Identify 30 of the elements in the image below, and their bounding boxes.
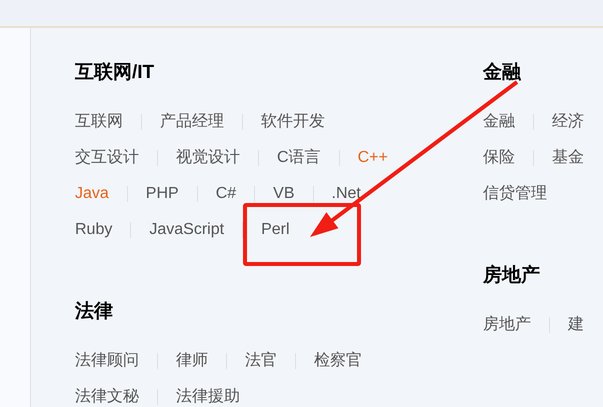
category-link[interactable]: 视觉设计 xyxy=(176,146,240,170)
category-link[interactable]: 基金 xyxy=(552,146,584,170)
section-title: 金融 xyxy=(483,61,522,85)
category-link[interactable]: 经济 xyxy=(552,110,584,134)
category-link[interactable]: Ruby xyxy=(75,218,112,242)
category-link[interactable]: 信贷管理 xyxy=(483,182,547,206)
category-link[interactable]: 法官 xyxy=(245,349,277,373)
category-link[interactable]: C语言 xyxy=(277,146,321,170)
category-link[interactable]: 法律援助 xyxy=(176,385,240,407)
section-title: 房地产 xyxy=(483,264,541,288)
category-link[interactable]: 房地产 xyxy=(483,313,531,337)
category-link[interactable]: 交互设计 xyxy=(75,146,139,170)
category-link[interactable]: VB xyxy=(273,182,294,206)
category-link[interactable]: 律师 xyxy=(176,349,208,373)
category-link[interactable]: 保险 xyxy=(483,146,515,170)
category-link[interactable]: 检察官 xyxy=(314,349,362,373)
category-link[interactable]: PHP xyxy=(146,182,179,206)
category-link[interactable]: 软件开发 xyxy=(261,110,325,134)
category-link[interactable]: 法律顾问 xyxy=(75,349,139,373)
category-link[interactable]: 产品经理 xyxy=(160,110,224,134)
category-link[interactable]: 建 xyxy=(568,313,584,337)
category-link[interactable]: Perl xyxy=(261,218,290,242)
category-link[interactable]: .Net xyxy=(332,182,361,206)
section-title: 互联网/IT xyxy=(75,61,156,85)
category-link[interactable]: 法律文秘 xyxy=(75,385,139,407)
category-link[interactable]: JavaScript xyxy=(149,218,224,242)
category-link[interactable]: 互联网 xyxy=(75,110,123,134)
category-link[interactable]: C# xyxy=(216,182,236,206)
section-title: 法律 xyxy=(75,300,114,324)
category-link[interactable]: 金融 xyxy=(483,110,515,134)
